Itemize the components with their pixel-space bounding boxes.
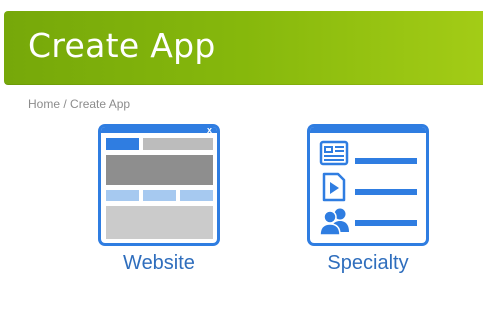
specialty-list-icon	[307, 124, 429, 246]
newspaper-icon	[319, 140, 349, 166]
layout-column-block	[106, 190, 139, 201]
breadcrumb-current: Create App	[70, 97, 131, 111]
users-icon	[319, 208, 349, 236]
breadcrumb-home-link[interactable]: Home	[28, 97, 60, 111]
website-layout-icon: x	[98, 124, 220, 246]
layout-column-block	[143, 190, 176, 201]
layout-column-block	[180, 190, 213, 201]
layout-content-block	[106, 206, 213, 239]
list-line	[355, 158, 417, 164]
layout-logo-block	[106, 138, 139, 150]
layout-nav-block	[143, 138, 213, 150]
list-line	[355, 220, 417, 226]
specialty-tile-label[interactable]: Specialty	[298, 252, 438, 275]
video-file-icon	[322, 172, 346, 202]
page-header: Create App	[4, 11, 483, 85]
breadcrumb: Home / Create App	[28, 97, 130, 111]
specialty-app-tile[interactable]	[307, 124, 429, 246]
breadcrumb-separator: /	[60, 97, 71, 111]
website-tile-label[interactable]: Website	[89, 252, 229, 275]
window-titlebar	[101, 127, 217, 133]
layout-banner-block	[106, 155, 213, 185]
list-line	[355, 189, 417, 195]
website-app-tile[interactable]: x	[98, 124, 220, 246]
close-icon: x	[206, 125, 212, 135]
page-title: Create App	[28, 26, 216, 65]
window-titlebar	[310, 127, 426, 133]
